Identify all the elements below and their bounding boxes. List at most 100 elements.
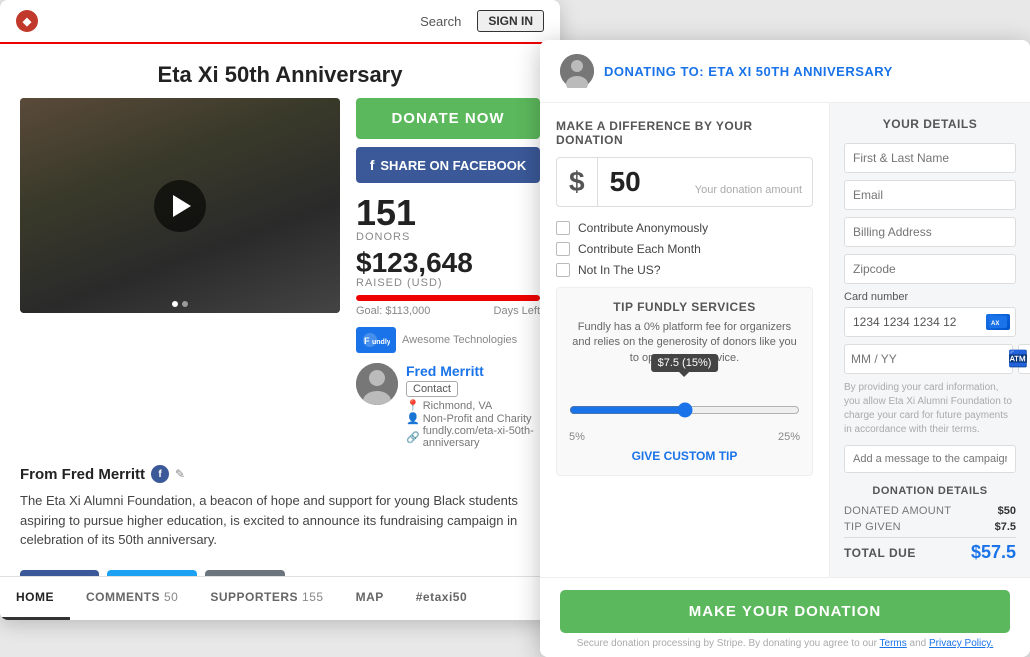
your-details-title: YOUR DETAILS (844, 117, 1016, 131)
from-section: From Fred Merritt f ✎ The Eta Xi Alumni … (0, 449, 560, 558)
donors-count: 151 (356, 195, 540, 231)
owner-link[interactable]: 🔗 fundly.com/eta-xi-50th-anniversary (406, 425, 540, 449)
email-input[interactable] (844, 180, 1016, 210)
modal-title: DONATING TO: ETA XI 50TH ANNIVERSARY (604, 64, 893, 79)
donation-modal: DONATING TO: ETA XI 50TH ANNIVERSARY MAK… (540, 40, 1030, 657)
nonus-checkbox[interactable] (556, 263, 570, 277)
card-number-label: Card number (844, 291, 1016, 303)
facebook-share-button[interactable]: f SHARE ON FACEBOOK (356, 147, 540, 183)
donation-amount-row: $ 50 Your donation amount (556, 157, 813, 207)
from-header: From Fred Merritt f ✎ (20, 465, 540, 483)
svg-text:AX: AX (991, 321, 999, 327)
zipcode-input[interactable] (844, 254, 1016, 284)
search-link[interactable]: Search (420, 14, 461, 29)
monthly-label: Contribute Each Month (578, 242, 701, 256)
make-difference-title: MAKE A DIFFERENCE BY YOUR DONATION (556, 119, 813, 147)
content-area: DONATE NOW f SHARE ON FACEBOOK 151 DONOR… (0, 98, 560, 449)
monthly-checkbox[interactable] (556, 242, 570, 256)
expiry-input[interactable] (844, 344, 1013, 374)
goal-text: Goal: $113,000 (356, 305, 430, 317)
progress-bar-fill (356, 295, 540, 301)
amount-value: 50 (598, 158, 685, 206)
modal-right-panel: YOUR DETAILS Card number AX 🏧 By providi… (830, 103, 1030, 577)
donated-amount-label: DONATED AMOUNT (844, 505, 951, 517)
owner-category: 👤 Non-Profit and Charity (406, 412, 540, 425)
edit-icon[interactable]: ✎ (175, 467, 185, 481)
video-background (20, 98, 340, 313)
anonymous-checkbox[interactable] (556, 221, 570, 235)
nonus-label: Not In The US? (578, 263, 661, 277)
owner-name: Fred Merritt (406, 363, 540, 379)
donated-amount-row: DONATED AMOUNT $50 (844, 505, 1016, 517)
comments-count: 50 (164, 590, 178, 604)
navbar: ◆ Search SIGN IN (0, 0, 560, 44)
make-donation-button[interactable]: MAKE YOUR DONATION (560, 590, 1010, 633)
tip-given-value: $7.5 (995, 521, 1016, 533)
donors-label: DONORS (356, 231, 540, 243)
category-icon: 👤 (406, 412, 420, 425)
tip-given-row: TIP GIVEN $7.5 (844, 521, 1016, 533)
total-due-label: TOTAL DUE (844, 546, 916, 560)
days-left: Days Left (494, 305, 540, 317)
tip-given-label: TIP GIVEN (844, 521, 901, 533)
checkbox-anonymous: Contribute Anonymously (556, 221, 813, 235)
privacy-link[interactable]: Privacy Policy. (929, 638, 993, 649)
modal-left-panel: MAKE A DIFFERENCE BY YOUR DONATION $ 50 … (540, 103, 830, 577)
bottom-tabs: HOME COMMENTS 50 SUPPORTERS 155 MAP #eta… (0, 576, 560, 620)
first-last-input[interactable] (844, 143, 1016, 173)
donate-button[interactable]: DONATE NOW (356, 98, 540, 139)
tip-max: 25% (778, 431, 800, 443)
give-custom-tip[interactable]: GIVE CUSTOM TIP (569, 449, 800, 463)
video-dot-1 (172, 301, 178, 307)
dollar-sign: $ (557, 158, 598, 206)
tab-home[interactable]: HOME (0, 577, 70, 620)
modal-body: MAKE A DIFFERENCE BY YOUR DONATION $ 50 … (540, 103, 1030, 577)
campaign-description: The Eta Xi Alumni Foundation, a beacon o… (20, 491, 540, 550)
terms-link[interactable]: Terms (880, 638, 907, 649)
location-icon: 📍 (406, 399, 420, 412)
tip-section: TIP FUNDLY SERVICES Fundly has a 0% plat… (556, 287, 813, 476)
video-play-button[interactable] (154, 180, 206, 232)
raised-amount: $123,648 (356, 249, 540, 277)
fundly-row: F undly Awesome Technologies (356, 327, 540, 353)
page-title: Eta Xi 50th Anniversary (0, 44, 560, 98)
donated-amount-value: $50 (998, 505, 1016, 517)
navbar-right: Search SIGN IN (420, 10, 544, 32)
checkbox-monthly: Contribute Each Month (556, 242, 813, 256)
tab-supporters[interactable]: SUPPORTERS 155 (194, 577, 339, 620)
progress-bar-container (356, 295, 540, 301)
owner-contact-button[interactable]: Contact (406, 381, 458, 397)
tab-comments[interactable]: COMMENTS 50 (70, 577, 194, 620)
cvc-wrapper: 🏧 (1018, 344, 1030, 374)
campaign-owner: Fred Merritt Contact 📍 Richmond, VA 👤 No… (356, 363, 540, 449)
campaign-video[interactable] (20, 98, 340, 313)
from-facebook-icon: f (151, 465, 169, 483)
owner-location: 📍 Richmond, VA (406, 399, 540, 412)
card-terms: By providing your card information, you … (844, 381, 1016, 437)
make-donation-bar: MAKE YOUR DONATION Secure donation proce… (540, 577, 1030, 657)
signin-button[interactable]: SIGN IN (477, 10, 544, 32)
anonymous-label: Contribute Anonymously (578, 221, 708, 235)
tip-title: TIP FUNDLY SERVICES (569, 300, 800, 314)
checkbox-nonus: Not In The US? (556, 263, 813, 277)
secure-text: Secure donation processing by Stripe. By… (560, 638, 1010, 649)
card-number-row: AX (844, 307, 1016, 337)
tip-slider[interactable] (569, 402, 800, 418)
tip-range-labels: 5% 25% (569, 431, 800, 443)
link-icon: 🔗 (406, 431, 420, 444)
modal-header: DONATING TO: ETA XI 50TH ANNIVERSARY (540, 40, 1030, 103)
total-due-value: $57.5 (971, 542, 1016, 563)
facebook-btn-label: SHARE ON FACEBOOK (380, 158, 526, 173)
tip-bubble: $7.5 (15%) (651, 354, 719, 372)
tab-hashtag[interactable]: #etaxi50 (400, 577, 483, 620)
raised-label: RAISED (USD) (356, 277, 540, 289)
app-logo: ◆ (16, 10, 38, 32)
campaign-message-input[interactable] (844, 445, 1016, 473)
modal-avatar (560, 54, 594, 88)
main-window: ◆ Search SIGN IN Eta Xi 50th Anniversary… (0, 0, 560, 620)
fundly-logo: F undly (356, 327, 396, 353)
billing-input[interactable] (844, 217, 1016, 247)
owner-info: Fred Merritt Contact 📍 Richmond, VA 👤 No… (406, 363, 540, 449)
tab-map[interactable]: MAP (340, 577, 400, 620)
video-dots (172, 301, 188, 307)
